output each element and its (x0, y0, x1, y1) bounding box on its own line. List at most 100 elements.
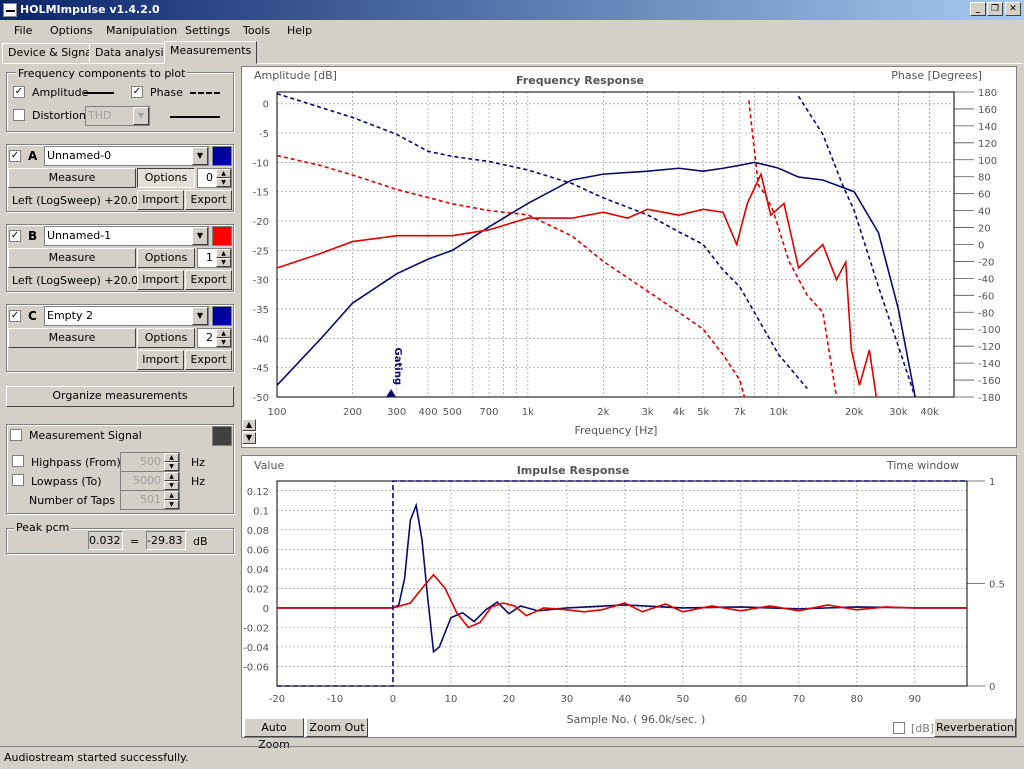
organize-measurements-button[interactable]: Organize measurements (6, 386, 234, 407)
measurement-a-measure-button[interactable]: Measure (8, 168, 136, 188)
tab-device-signal[interactable]: Device & Signal (2, 43, 101, 63)
y-tick-label: -0.06 (243, 662, 269, 673)
distortion-select[interactable]: THD ▼ (85, 106, 150, 126)
chart-title: Frequency Response (516, 74, 644, 87)
measurement-a-stepper[interactable]: 0 ▲ ▼ (197, 168, 232, 188)
tab-data-analysis[interactable]: Data analysis (89, 43, 176, 63)
x-axis-label: Sample No. ( 96.0k/sec. ) (567, 713, 706, 726)
taps-stepper[interactable]: 501 ▲ ▼ (120, 490, 180, 510)
highpass-checkbox[interactable] (12, 455, 24, 467)
peak-db-unit: dB (193, 535, 208, 548)
taps-label: Number of Taps (29, 494, 116, 507)
down-arrow-icon[interactable]: ▼ (216, 338, 231, 347)
up-arrow-icon[interactable]: ▲ (216, 169, 231, 178)
measurement-b-checkbox[interactable]: ✓ (9, 230, 21, 242)
measurement-a-checkbox[interactable]: ✓ (9, 150, 21, 162)
lowpass-stepper[interactable]: 5000 ▲ ▼ (120, 471, 180, 491)
x-tick-label: 10k (769, 407, 788, 418)
chart-title: Impulse Response (517, 464, 630, 477)
y-tick-label: 0 (263, 100, 269, 111)
measurement-a-import-button[interactable]: Import (137, 190, 184, 210)
measurement-b-options-button[interactable]: Options (137, 248, 195, 268)
y-tick-label: 0.1 (253, 506, 269, 517)
measurement-c-export-button[interactable]: Export (185, 350, 232, 370)
down-arrow-icon[interactable]: ▼ (164, 500, 179, 509)
scroll-up-arrow-icon[interactable]: ▲ (242, 419, 256, 431)
measurement-signal-color[interactable] (212, 426, 232, 446)
x-tick-label: 0 (390, 694, 396, 705)
y2-tick-label: -80 (978, 308, 994, 319)
amplitude-line-sample (84, 92, 114, 94)
amplitude-label: Amplitude (32, 86, 89, 99)
measurement-b-measure-button[interactable]: Measure (8, 248, 136, 268)
down-arrow-icon[interactable]: ▼ (216, 258, 231, 267)
y2-axis-label: Phase [Degrees] (891, 69, 982, 82)
y2-tick-label: 160 (978, 105, 997, 116)
menu-bar: File Options Manipulation Settings Tools… (0, 20, 1024, 41)
down-arrow-icon[interactable]: ▼ (164, 481, 179, 490)
impulse-response-panel[interactable]: -20 -10 0 10 20 30 40 50 60 70 80 90 0.12 0.1 0.08 0.06… (241, 455, 1017, 738)
down-arrow-icon[interactable]: ▼ (164, 462, 179, 471)
measurement-b-name[interactable]: Unnamed-1 ▼ (44, 226, 209, 246)
up-arrow-icon[interactable]: ▲ (164, 491, 179, 500)
auto-zoom-button[interactable]: Auto Zoom (244, 718, 304, 751)
zoom-out-button[interactable]: Zoom Out (306, 718, 368, 737)
x-tick-label: 40k (920, 407, 939, 418)
down-arrow-icon[interactable]: ▼ (216, 178, 231, 187)
menu-tools[interactable]: Tools (243, 24, 270, 37)
x-tick-label: 4k (673, 407, 685, 418)
measurement-c-measure-button[interactable]: Measure (8, 328, 136, 348)
measurement-b-export-button[interactable]: Export (185, 270, 232, 290)
y-tick-label: -50 (253, 393, 269, 404)
frequency-response-panel[interactable]: 0 -5 -10 -15 -20 -25 -30 -35 -40 -45 -50 180 160 140 1… (241, 66, 1017, 448)
y2-tick-label: -120 (978, 342, 1001, 353)
measurement-c-options-button[interactable]: Options (137, 328, 195, 348)
measurement-a-name[interactable]: Unnamed-0 ▼ (44, 146, 209, 166)
up-arrow-icon[interactable]: ▲ (216, 249, 231, 258)
x-tick-label: 2k (597, 407, 609, 418)
measurement-signal-checkbox[interactable] (10, 429, 22, 441)
measurement-a-options-button[interactable]: Options (137, 168, 195, 188)
measurement-b-color[interactable] (212, 226, 232, 246)
impulse-response-chart[interactable]: -20 -10 0 10 20 30 40 50 60 70 80 900.120.10.080.06… (242, 456, 1018, 739)
menu-manipulation[interactable]: Manipulation (106, 24, 177, 37)
maximize-button[interactable]: ❐ (987, 2, 1003, 16)
up-arrow-icon[interactable]: ▲ (164, 453, 179, 462)
distortion-checkbox[interactable] (13, 109, 25, 121)
reverberation-button[interactable]: Reverberation (934, 718, 1016, 737)
db-label: [dB] (911, 722, 935, 735)
highpass-stepper[interactable]: 500 ▲ ▼ (120, 452, 180, 472)
measurement-c-checkbox[interactable]: ✓ (9, 310, 21, 322)
measurement-c-import-button[interactable]: Import (137, 350, 184, 370)
close-button[interactable]: ✕ (1005, 2, 1021, 16)
highpass-label: Highpass (From) (31, 456, 121, 469)
measurement-b-stepper[interactable]: 1 ▲ ▼ (197, 248, 232, 268)
measurement-b-import-button[interactable]: Import (137, 270, 184, 290)
menu-help[interactable]: Help (287, 24, 312, 37)
measurement-a-export-button[interactable]: Export (185, 190, 232, 210)
lowpass-checkbox[interactable] (12, 474, 24, 486)
phase-checkbox[interactable]: ✓ (131, 86, 143, 98)
frequency-response-chart[interactable]: 0 -5 -10 -15 -20 -25 -30 -35 -40 -45 -50 180 160 140 1… (242, 67, 1018, 449)
y2-tick-label: -180 (978, 393, 1001, 404)
measurement-c-stepper[interactable]: 2 ▲ ▼ (197, 328, 232, 348)
up-arrow-icon[interactable]: ▲ (216, 329, 231, 338)
measurement-a-color[interactable] (212, 146, 232, 166)
x-tick-label: 30k (889, 407, 908, 418)
amplitude-checkbox[interactable]: ✓ (13, 86, 25, 98)
y2-tick-label: -160 (978, 376, 1001, 387)
menu-options[interactable]: Options (50, 24, 92, 37)
menu-settings[interactable]: Settings (185, 24, 230, 37)
minimize-button[interactable]: _ (970, 2, 986, 16)
y2-tick-label: 40 (978, 207, 991, 218)
tab-measurements[interactable]: Measurements (164, 41, 258, 64)
db-checkbox[interactable] (893, 722, 905, 734)
x-tick-label: 5k (697, 407, 709, 418)
measurement-c-color[interactable] (212, 306, 232, 326)
scroll-down-arrow-icon[interactable]: ▼ (242, 432, 256, 444)
menu-file[interactable]: File (14, 24, 32, 37)
y-axis-label: Amplitude [dB] (254, 69, 337, 82)
lowpass-unit: Hz (191, 475, 206, 488)
measurement-c-name[interactable]: Empty 2 ▼ (44, 306, 209, 326)
up-arrow-icon[interactable]: ▲ (164, 472, 179, 481)
